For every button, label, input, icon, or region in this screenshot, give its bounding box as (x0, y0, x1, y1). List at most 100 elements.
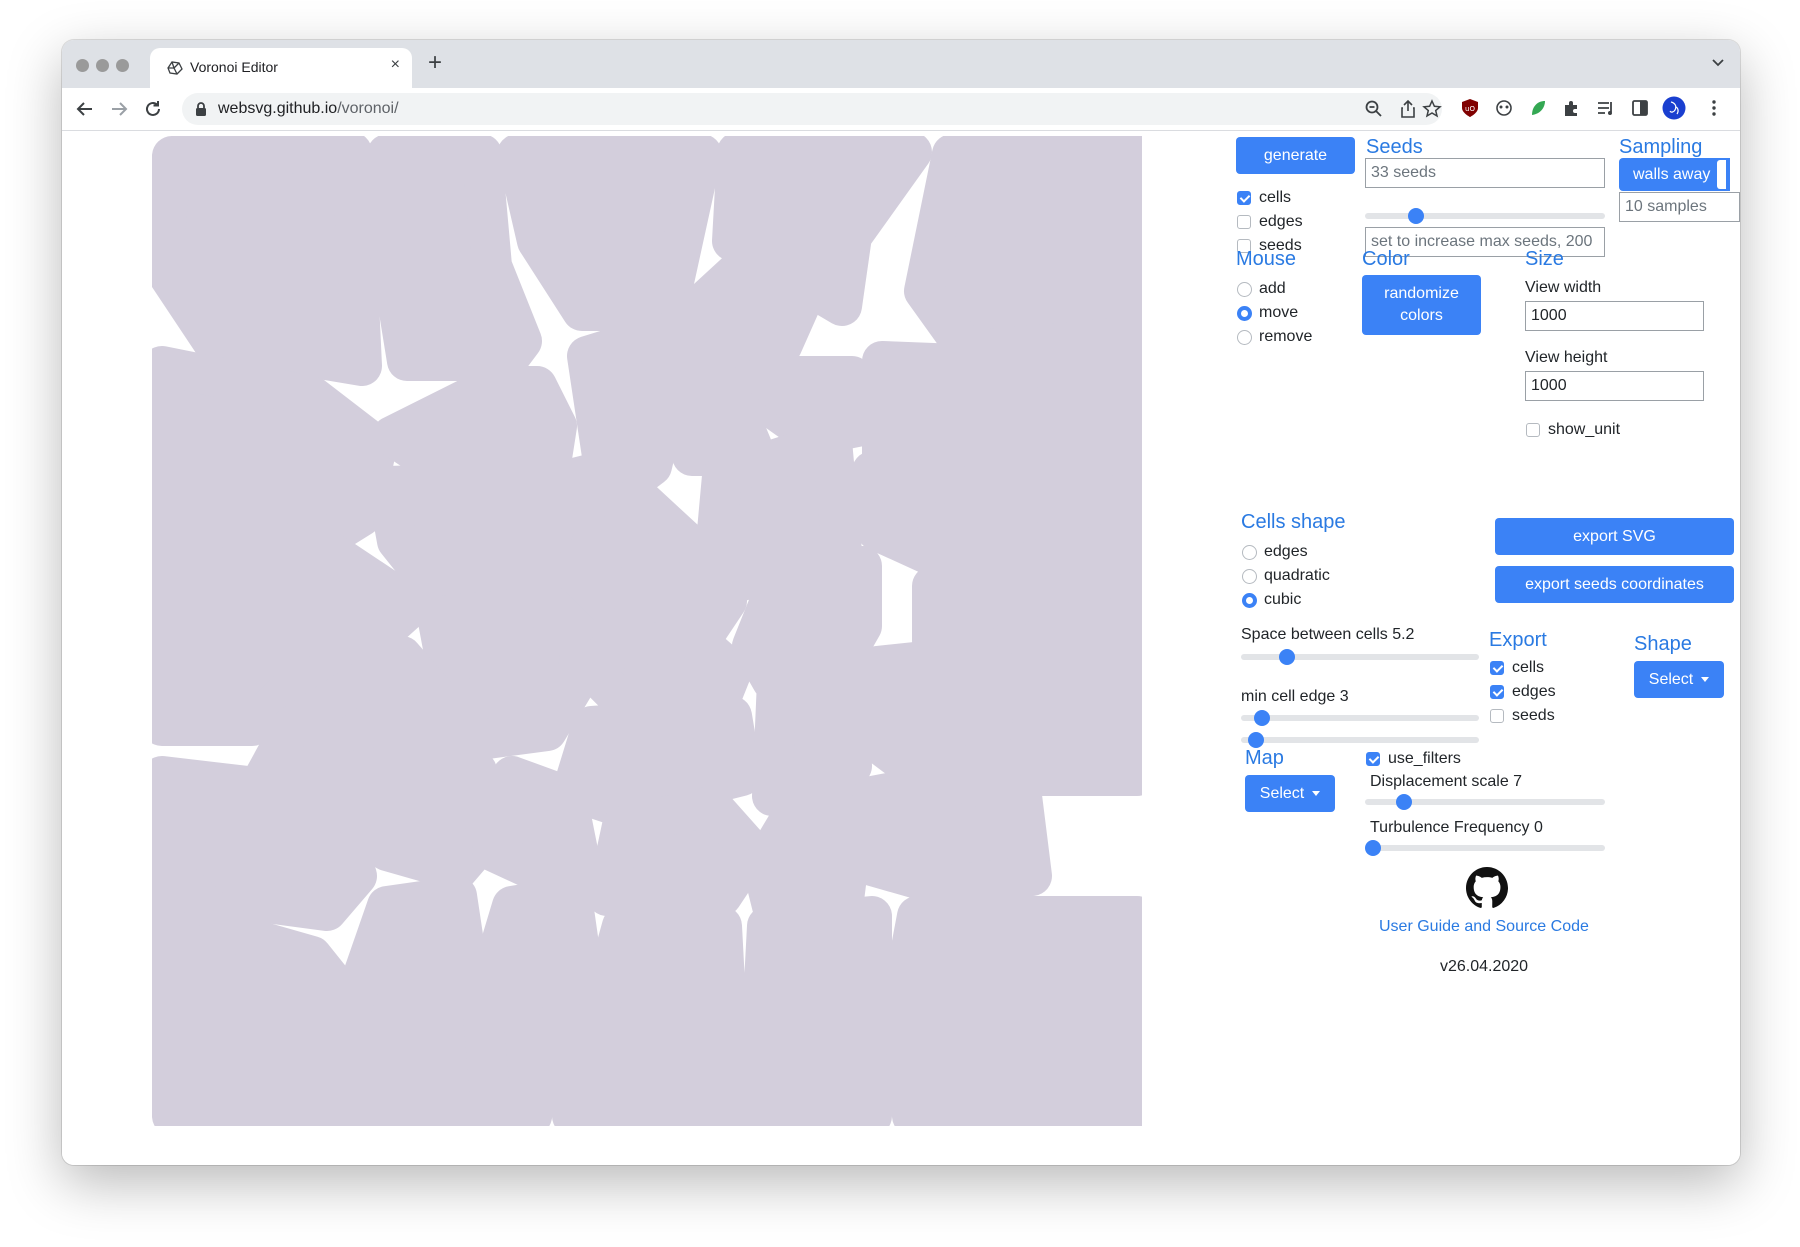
export-seeds-checkbox[interactable] (1490, 709, 1504, 723)
walls-away-toggle[interactable] (1717, 160, 1726, 189)
forward-icon[interactable] (108, 98, 130, 120)
voronoi-cell[interactable] (857, 636, 1032, 796)
user-guide-link[interactable]: User Guide and Source Code (1379, 918, 1589, 936)
shape-edges-radio[interactable] (1242, 545, 1257, 560)
voronoi-cell[interactable] (904, 136, 1142, 371)
address-bar[interactable]: websvg.github.io/voronoi/ (182, 93, 1442, 125)
export-edges-label: edges (1512, 683, 1556, 700)
seeds-input[interactable]: 33 seeds (1365, 158, 1605, 188)
voronoi-cell[interactable] (1007, 596, 1142, 796)
export-seeds-button[interactable]: export seeds coordinates (1495, 566, 1734, 603)
displacement-slider[interactable] (1365, 794, 1605, 810)
chevron-down-icon (1312, 791, 1321, 796)
zoom-window-dot[interactable] (116, 59, 129, 72)
mouse-add-radio[interactable] (1237, 282, 1252, 297)
voronoi-cell[interactable] (737, 896, 892, 1126)
export-edges-checkbox[interactable] (1490, 685, 1504, 699)
share-icon[interactable] (1398, 99, 1418, 119)
side-panel-icon[interactable] (1630, 98, 1650, 118)
generate-button[interactable]: generate (1236, 137, 1355, 174)
shape-select-button[interactable]: Select (1634, 661, 1724, 698)
extra-slider[interactable] (1241, 732, 1479, 748)
voronoi-cell[interactable] (472, 756, 602, 901)
turbulence-slider[interactable] (1365, 840, 1605, 856)
export-title: Export (1489, 629, 1547, 651)
tab-voronoi-editor[interactable]: Voronoi Editor × (150, 48, 412, 88)
view-edges-checkbox[interactable] (1237, 215, 1251, 229)
favicon-icon (167, 61, 183, 75)
mouse-remove-label: remove (1259, 328, 1313, 345)
randomize-colors-button[interactable]: randomize colors (1362, 275, 1481, 335)
walls-away-button[interactable]: walls away (1619, 158, 1730, 191)
profile-icon[interactable] (1662, 96, 1686, 120)
shape-quadratic-radio[interactable] (1242, 569, 1257, 584)
voronoi-cell[interactable] (337, 751, 507, 891)
mouse-title: Mouse (1236, 248, 1297, 270)
extension-icon[interactable] (1494, 98, 1514, 118)
voronoi-cell[interactable] (152, 136, 382, 386)
mouse-move-radio[interactable] (1237, 306, 1252, 321)
turbulence-thumb[interactable] (1365, 840, 1381, 856)
menu-icon[interactable] (1704, 98, 1724, 118)
displacement-thumb[interactable] (1396, 794, 1413, 810)
shape-cubic-radio[interactable] (1242, 593, 1257, 608)
voronoi-cell[interactable] (742, 776, 872, 936)
tab-close-icon[interactable]: × (391, 56, 400, 74)
mouse-remove-radio[interactable] (1237, 330, 1252, 345)
extensions-puzzle-icon[interactable] (1562, 98, 1582, 118)
tab-search-icon[interactable] (1710, 54, 1726, 70)
voronoi-cell[interactable] (587, 786, 772, 926)
seeds-slider[interactable] (1365, 208, 1605, 224)
voronoi-cell[interactable] (552, 906, 752, 1126)
view-width-input[interactable]: 1000 (1525, 301, 1704, 331)
voronoi-cell[interactable] (852, 761, 1052, 906)
voronoi-cell[interactable] (367, 136, 542, 381)
new-tab-icon[interactable]: + (428, 49, 442, 77)
voronoi-cell[interactable] (882, 896, 1142, 1126)
min-edge-thumb[interactable] (1254, 710, 1271, 726)
minimize-window-dot[interactable] (96, 59, 109, 72)
seeds-slider-thumb[interactable] (1407, 208, 1424, 224)
export-cells-checkbox[interactable] (1490, 661, 1504, 675)
shape-edges-label: edges (1264, 543, 1308, 560)
voronoi-cell[interactable] (497, 136, 722, 331)
show-unit-checkbox[interactable] (1526, 423, 1540, 437)
voronoi-canvas[interactable] (152, 136, 1142, 1126)
leaf-extension-icon[interactable] (1528, 98, 1548, 118)
space-between-slider[interactable] (1241, 649, 1479, 665)
voronoi-cell[interactable] (742, 356, 882, 436)
tab-title: Voronoi Editor (190, 59, 278, 75)
use-filters-checkbox[interactable] (1366, 752, 1380, 766)
zoom-icon[interactable] (1364, 99, 1384, 119)
star-icon[interactable] (1422, 99, 1442, 119)
back-icon[interactable] (74, 98, 96, 120)
voronoi-cell[interactable] (672, 366, 772, 476)
reading-list-icon[interactable] (1596, 98, 1616, 118)
voronoi-cell[interactable] (372, 366, 577, 478)
ublock-icon[interactable]: uO (1460, 98, 1480, 118)
map-select-button[interactable]: Select (1245, 775, 1335, 812)
voronoi-cell[interactable] (577, 616, 752, 716)
view-height-input[interactable]: 1000 (1525, 371, 1704, 401)
min-edge-slider[interactable] (1241, 710, 1479, 726)
reload-icon[interactable] (142, 98, 164, 120)
view-cells-checkbox[interactable] (1237, 191, 1251, 205)
map-title: Map (1245, 747, 1284, 769)
browser-toolbar: websvg.github.io/voronoi/ uO (62, 88, 1740, 131)
github-icon[interactable] (1466, 867, 1508, 909)
shape-quadratic-label: quadratic (1264, 567, 1330, 584)
voronoi-cell[interactable] (317, 876, 502, 1126)
view-height-label: View height (1525, 349, 1608, 366)
turbulence-label: Turbulence Frequency 0 (1370, 819, 1543, 836)
sampling-title: Sampling (1619, 136, 1703, 158)
export-seeds-label: seeds (1512, 707, 1555, 724)
close-window-dot[interactable] (76, 59, 89, 72)
extra-slider-thumb[interactable] (1247, 732, 1264, 748)
browser-window: Voronoi Editor × + websvg.github.io/voro… (62, 40, 1740, 1165)
page-content: generate cells edges seeds Seeds 33 seed… (62, 131, 1740, 1165)
mouse-add-label: add (1259, 280, 1286, 297)
samples-input[interactable]: 10 samples (1619, 192, 1740, 222)
voronoi-cell[interactable] (152, 346, 397, 571)
space-between-thumb[interactable] (1278, 649, 1295, 665)
export-svg-button[interactable]: export SVG (1495, 518, 1734, 555)
